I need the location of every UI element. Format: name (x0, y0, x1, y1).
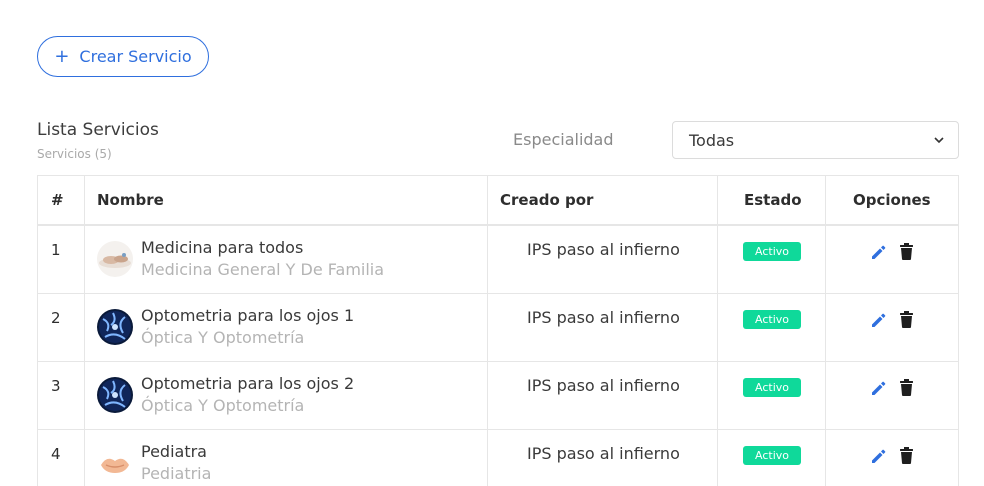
header-status: Estado (744, 191, 802, 209)
header-options: Opciones (853, 191, 931, 209)
edit-icon[interactable] (870, 448, 887, 465)
status-badge: Activo (743, 378, 801, 397)
service-thumbnail (97, 445, 133, 481)
row-index: 4 (51, 445, 61, 463)
service-name: Pediatra (141, 442, 207, 461)
specialty-filter-label: Especialidad (513, 130, 614, 149)
status-badge: Activo (743, 310, 801, 329)
list-title: Lista Servicios (37, 120, 159, 140)
table-header-row: # Nombre Creado por Estado Opciones (38, 176, 958, 226)
table-row: 2 Optometria para los ojos 1 Óptica Y Op… (38, 294, 958, 362)
chevron-down-icon (934, 137, 944, 144)
service-specialty: Pediatria (141, 464, 212, 483)
service-name: Optometria para los ojos 2 (141, 374, 355, 393)
service-creator: IPS paso al infierno (527, 240, 680, 259)
delete-icon[interactable] (900, 447, 913, 464)
create-service-label: Crear Servicio (79, 47, 192, 66)
specialty-select[interactable]: Todas (672, 121, 959, 159)
column-divider (84, 176, 85, 486)
list-subtitle: Servicios (5) (37, 147, 112, 161)
service-thumbnail (97, 241, 133, 277)
row-index: 2 (51, 309, 61, 327)
column-divider (717, 176, 718, 486)
plus-icon: + (54, 45, 70, 67)
delete-icon[interactable] (900, 311, 913, 328)
delete-icon[interactable] (900, 243, 913, 260)
table-row: 4 Pediatra Pediatria IPS paso al infiern… (38, 430, 958, 486)
table-row: 3 Optometria para los ojos 2 Óptica Y Op… (38, 362, 958, 430)
create-service-button[interactable]: + Crear Servicio (37, 36, 209, 77)
status-badge: Activo (743, 242, 801, 261)
services-table: # Nombre Creado por Estado Opciones 1 Me… (37, 175, 959, 486)
service-name: Optometria para los ojos 1 (141, 306, 355, 325)
row-index: 3 (51, 377, 61, 395)
edit-icon[interactable] (870, 244, 887, 261)
header-index: # (51, 191, 64, 209)
specialty-select-value: Todas (689, 130, 735, 150)
row-index: 1 (51, 241, 61, 259)
edit-icon[interactable] (870, 312, 887, 329)
column-divider (487, 176, 488, 486)
service-creator: IPS paso al infierno (527, 444, 680, 463)
delete-icon[interactable] (900, 379, 913, 396)
edit-icon[interactable] (870, 380, 887, 397)
header-created-by: Creado por (500, 191, 594, 209)
service-thumbnail (97, 309, 133, 345)
service-specialty: Óptica Y Optometría (141, 396, 305, 415)
service-creator: IPS paso al infierno (527, 376, 680, 395)
table-row: 1 Medicina para todos Medicina General Y… (38, 226, 958, 294)
service-specialty: Óptica Y Optometría (141, 328, 305, 347)
service-name: Medicina para todos (141, 238, 304, 257)
service-specialty: Medicina General Y De Familia (141, 260, 385, 279)
service-thumbnail (97, 377, 133, 413)
status-badge: Activo (743, 446, 801, 465)
header-name: Nombre (97, 191, 164, 209)
service-creator: IPS paso al infierno (527, 308, 680, 327)
column-divider (825, 176, 826, 486)
